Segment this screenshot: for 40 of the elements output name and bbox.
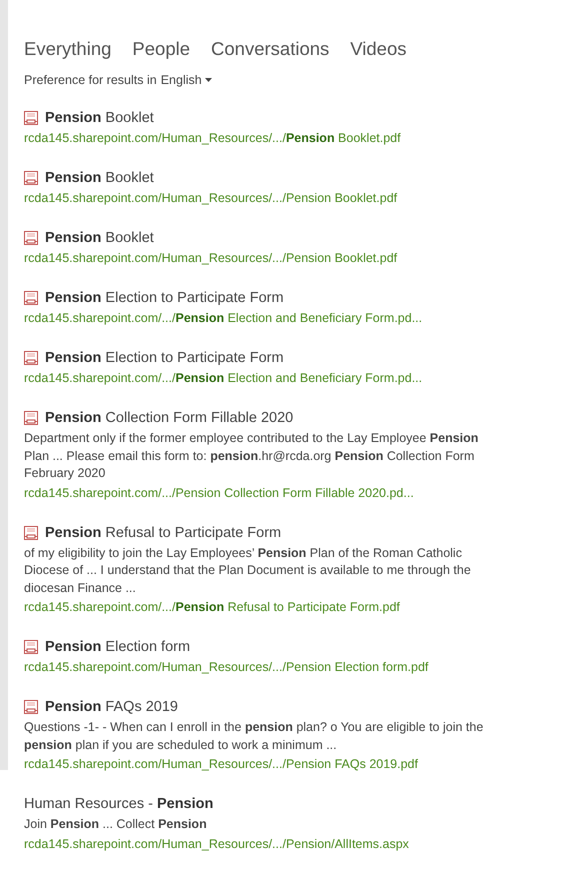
result-title[interactable]: Pension Election to Participate Form	[45, 290, 284, 306]
result-description: Questions -1- - When can I enroll in the pension plan? o You are eligible to join the pension plan if you are scheduled to work a minimum ...	[24, 719, 484, 754]
pdf-icon	[24, 526, 38, 540]
result-title[interactable]: Pension Election to Participate Form	[45, 350, 284, 366]
preference-label: Preference for results in	[24, 73, 157, 87]
result-title[interactable]: Pension Booklet	[45, 170, 154, 186]
result-url[interactable]: rcda145.sharepoint.com/.../Pension Election and Beneficiary Form.pd...	[24, 310, 564, 327]
pdf-icon	[24, 700, 38, 714]
result-title[interactable]: Pension Election form	[45, 639, 190, 655]
result-url[interactable]: rcda145.sharepoint.com/Human_Resources/.../Pension Booklet.pdf	[24, 130, 564, 147]
result-url[interactable]: rcda145.sharepoint.com/Human_Resources/.../Pension Booklet.pdf	[24, 250, 564, 267]
result-url[interactable]: rcda145.sharepoint.com/.../Pension Collection Form Fillable 2020.pd...	[24, 484, 564, 502]
result-title[interactable]: Pension Booklet	[45, 230, 154, 246]
result-url[interactable]: rcda145.sharepoint.com/Human_Resources/.../Pension Booklet.pdf	[24, 190, 564, 207]
language-dropdown[interactable]: English	[160, 73, 212, 87]
pdf-icon	[24, 171, 38, 185]
result-title[interactable]: Human Resources - Pension	[24, 796, 214, 812]
result-url[interactable]: rcda145.sharepoint.com/Human_Resources/.../Pension/AllItems.aspx	[24, 836, 564, 852]
result-title[interactable]: Pension Booklet	[45, 110, 154, 126]
pdf-icon	[24, 111, 38, 125]
result-url[interactable]: rcda145.sharepoint.com/Human_Resources/.../Pension FAQs 2019.pdf	[24, 756, 564, 773]
result-title[interactable]: Pension FAQs 2019	[45, 699, 178, 715]
result-title[interactable]: Pension Refusal to Participate Form	[45, 524, 282, 540]
pdf-icon	[24, 291, 38, 305]
search-tab[interactable]: Everything	[24, 38, 112, 60]
result-title[interactable]: Pension Collection Form Fillable 2020	[45, 410, 294, 426]
result-url[interactable]: rcda145.sharepoint.com/.../Pension Election and Beneficiary Form.pd...	[24, 370, 564, 387]
result-url[interactable]: rcda145.sharepoint.com/Human_Resources/.../Pension Election form.pdf	[24, 659, 564, 676]
result-description: Join Pension ... Collect Pension	[24, 816, 208, 833]
pdf-icon	[24, 351, 38, 365]
result-description: of my eligibility to join the Lay Employees’ Pension Plan of the Roman Catholic Diocese of ... I understand that the Plan Document is available to me through the diocesan Finance ...	[24, 544, 472, 596]
pdf-icon	[24, 640, 38, 654]
search-tab[interactable]: People	[132, 38, 190, 60]
caret-icon	[204, 78, 212, 82]
search-tab[interactable]: Videos	[350, 38, 407, 60]
result-url[interactable]: rcda145.sharepoint.com/.../Pension Refusal to Participate Form.pdf	[24, 599, 564, 616]
search-tab[interactable]: Conversations	[211, 38, 330, 60]
pdf-icon	[24, 231, 38, 245]
result-description: Department only if the former employee contributed to the Lay Employee Pension Plan ... Please email this form to: pension.hr@rcda.org Pension Collection Form February 2020	[24, 430, 480, 482]
pdf-icon	[24, 411, 38, 425]
